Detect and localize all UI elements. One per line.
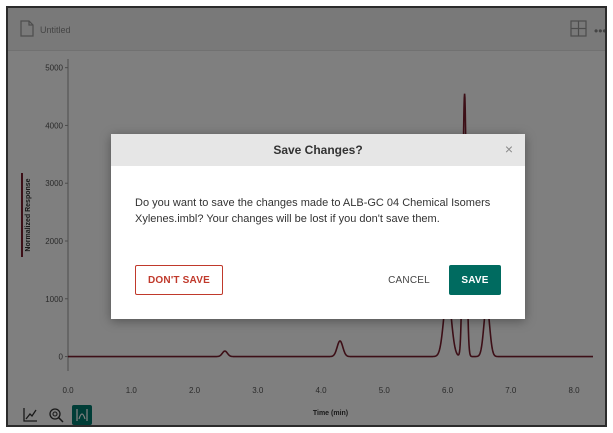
dialog-message: Do you want to save the changes made to … [135, 197, 491, 225]
save-changes-dialog: Save Changes? × Do you want to save the … [111, 134, 525, 319]
app-window: Untitled ••• 0100020003000400050000.01.0… [6, 6, 607, 427]
dialog-header: Save Changes? × [111, 134, 525, 166]
dialog-title: Save Changes? [273, 143, 363, 157]
close-icon[interactable]: × [505, 142, 513, 156]
save-button[interactable]: SAVE [449, 265, 501, 295]
dont-save-button[interactable]: DON'T SAVE [135, 265, 223, 295]
cancel-button[interactable]: CANCEL [383, 265, 435, 295]
